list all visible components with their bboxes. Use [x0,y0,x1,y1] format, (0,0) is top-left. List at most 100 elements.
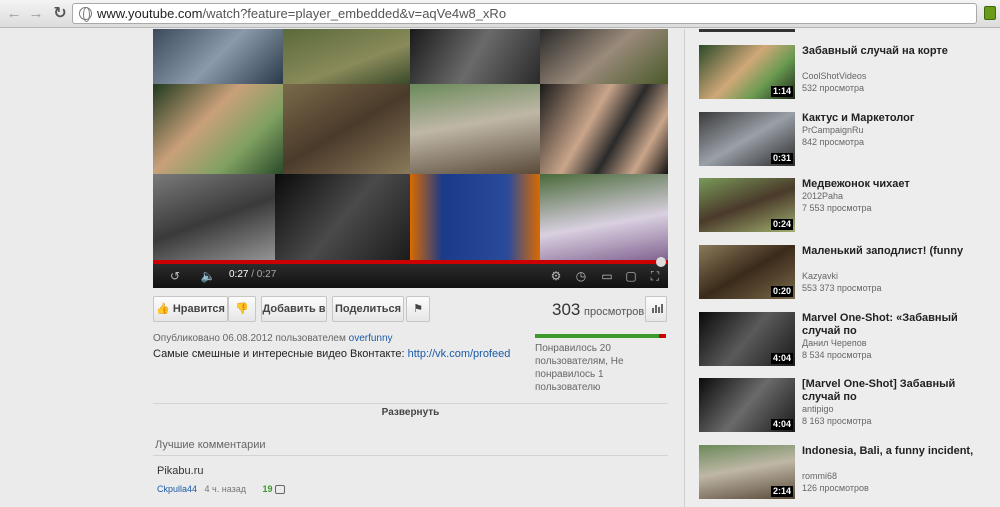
video-tile [283,84,410,174]
watch-later-clock-icon[interactable]: ◷ [573,268,589,284]
video-author: 2012Paha [802,191,844,201]
video-views: 7 553 просмотра [802,203,872,213]
video-tile [540,29,668,84]
forward-arrow-icon[interactable]: → [26,4,46,24]
back-arrow-icon[interactable]: ← [4,4,24,24]
thumb-up-icon[interactable] [274,485,285,495]
like-button[interactable]: 👍 Нравится [153,296,228,322]
video-duration: 0:20 [770,286,793,297]
video-views: 126 просмотров [802,483,869,493]
small-player-icon[interactable]: ▭ [598,268,616,284]
video-thumbnail[interactable]: 0:24 [699,178,795,232]
video-title[interactable]: Забавный случай на корте [802,45,982,58]
comment-time: 4 ч. назад [204,484,247,494]
comment-text: Pikabu.ru [157,465,204,477]
time-display: 0:27 / 0:27 [229,269,276,280]
video-tile [540,174,668,264]
comment-meta: Ckpulla44 4 ч. назад 19 [157,484,285,495]
video-title[interactable]: Медвежонок чихает [802,178,982,191]
video-tile [153,84,283,174]
video-author: rommi68 [802,471,838,481]
large-player-icon[interactable]: ▢ [622,268,640,284]
video-title[interactable]: [Marvel One-Shot] Забавный случай по [802,378,982,404]
video-thumbnail[interactable]: 4:04 [699,378,795,432]
related-video[interactable]: 4:04 [Marvel One-Shot] Забавный случай п… [699,378,989,438]
add-to-label: Добавить в [262,303,326,315]
reload-icon[interactable]: ↻ [50,4,70,24]
flag-icon: ⚑ [413,303,423,315]
expand-button[interactable]: Развернуть [153,403,668,421]
stats-button[interactable] [645,296,667,322]
video-title[interactable]: Кактус и Маркетолог [802,112,982,125]
time-current: 0:27 [229,269,249,280]
video-views: 553 373 просмотра [802,283,882,293]
comment-likes: 19 [262,484,273,494]
related-video[interactable]: 4:04 Marvel One-Shot: «Забавный случай п… [699,312,989,372]
video-tile [410,174,540,264]
video-author: Данил Черепов [802,338,867,348]
likes-summary: Понравилось 20 пользователям, Не понрави… [535,343,624,393]
dislike-button[interactable]: 👎 [228,296,256,322]
settings-gear-icon[interactable]: ⚙ [548,268,564,284]
video-duration: 4:04 [770,353,793,364]
video-player[interactable] [153,29,668,288]
video-thumbnail[interactable]: 2:14 [699,445,795,499]
video-title[interactable]: Маленький заподлист! (funny [802,245,982,258]
video-views: 8 534 просмотра [802,350,872,360]
address-bar[interactable]: www.youtube.com/watch?feature=player_emb… [72,3,977,24]
video-title[interactable]: Indonesia, Bali, a funny incident, [802,445,982,458]
video-tile [283,29,410,84]
share-button[interactable]: Поделиться [332,296,404,322]
url-text: www.youtube.com/watch?feature=player_emb… [97,6,507,21]
related-thumb-partial [699,29,795,32]
video-thumbnail[interactable]: 0:20 [699,245,795,299]
player-controls: ↺ 🔈 0:27 / 0:27 ⚙ ◷ ▭ ▢ ⛶ [153,257,668,288]
like-ratio-bar [535,334,666,338]
volume-icon[interactable]: 🔈 [199,268,217,284]
replay-icon[interactable]: ↺ [167,268,183,284]
published-prefix: Опубликовано 06.08.2012 пользователем [153,333,346,344]
video-author: antipigo [802,404,834,414]
related-video[interactable]: 2:14 Indonesia, Bali, a funny incident, … [699,445,989,505]
fullscreen-icon[interactable]: ⛶ [646,268,664,284]
view-count: 303 [552,300,581,319]
video-duration: 0:24 [770,219,793,230]
video-thumbnail[interactable]: 4:04 [699,312,795,366]
video-tile [410,84,540,174]
video-duration: 1:14 [770,86,793,97]
video-tile [540,84,668,174]
dislike-portion [659,334,666,338]
video-duration: 2:14 [770,486,793,497]
progress-bar[interactable] [153,260,668,264]
description-link[interactable]: http://vk.com/profeed [408,348,511,360]
video-tile [153,174,275,264]
published-info: Опубликовано 06.08.2012 пользователем ov… [153,333,393,344]
publisher-link[interactable]: overfunny [349,333,393,344]
related-video[interactable]: 1:14 Забавный случай на корте CoolShotVi… [699,45,989,105]
page-left-margin [0,29,153,507]
video-title[interactable]: Marvel One-Shot: «Забавный случай по [802,312,982,338]
video-tile [410,29,540,84]
flag-button[interactable]: ⚑ [406,296,430,322]
related-video[interactable]: 0:20 Маленький заподлист! (funny Kazyavk… [699,245,989,305]
comments-header: Лучшие комментарии [153,434,668,456]
video-tile [275,174,410,264]
video-thumbnail[interactable]: 1:14 [699,45,795,99]
video-thumbnail[interactable]: 0:31 [699,112,795,166]
related-video[interactable]: 0:31 Кактус и Маркетолог PrCampaignRu 84… [699,112,989,172]
extension-icon[interactable] [984,6,996,20]
browser-toolbar: ← → ↻ www.youtube.com/watch?feature=play… [0,0,1000,28]
globe-icon [79,7,92,22]
progress-handle[interactable] [656,257,666,267]
video-views: 8 163 просмотра [802,416,872,426]
description: Самые смешные и интересные видео Вконтак… [153,348,510,360]
column-divider [684,29,685,507]
video-duration: 0:31 [770,153,793,164]
video-views: 842 просмотра [802,137,865,147]
add-to-button[interactable]: Добавить в [261,296,327,322]
related-video[interactable]: 0:24 Медвежонок чихает 2012Paha 7 553 пр… [699,178,989,238]
comment-author[interactable]: Ckpulla44 [157,484,197,494]
thumbs-down-icon: 👎 [235,303,249,315]
view-count-label: просмотров [584,306,645,318]
like-label: Нравится [172,303,225,315]
